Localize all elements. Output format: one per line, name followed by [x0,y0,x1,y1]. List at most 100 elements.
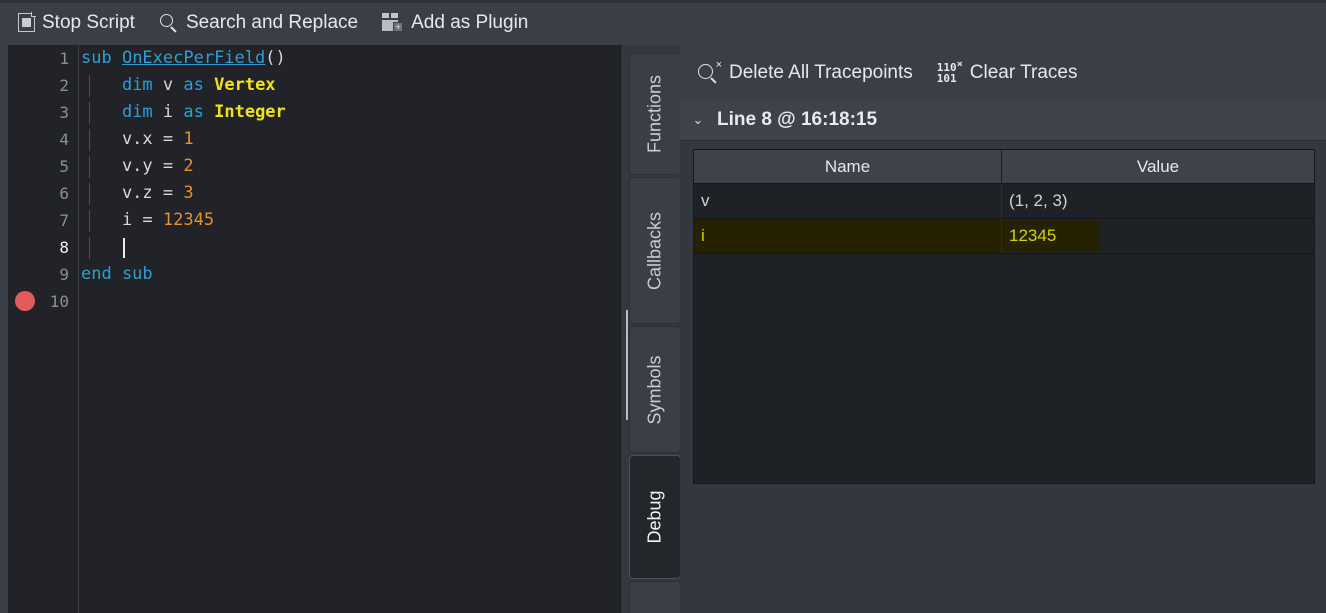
document-stop-icon [18,12,36,32]
debug-panel-toolbar: × Delete All Tracepoints 110 × 101 Clear T… [680,45,1326,101]
application-window: Stop Script Search and Replace + Add as … [0,0,1326,613]
code-token: as [183,102,204,122]
variables-table: Name Value v (1, 2, 3) i 12345 [694,150,1314,254]
editor-vertical-scrollbar[interactable] [617,45,620,613]
line-number: 7 [59,211,69,230]
code-token: i = [81,210,163,230]
editor-gutter[interactable]: 1 2 3 4 5 6 7 8 9 10 [8,45,79,613]
code-token: sub [81,48,122,68]
variables-table-container[interactable]: Name Value v (1, 2, 3) i 12345 [693,149,1315,484]
line-number: 3 [59,103,69,122]
delete-all-tracepoints-button[interactable]: × Delete All Tracepoints [686,55,925,91]
code-token: v.x = [81,129,184,149]
tab-label: Debug [644,490,665,544]
code-token: as [183,75,204,95]
column-header-name[interactable]: Name [694,150,1002,184]
clear-traces-label: Clear Traces [969,61,1078,83]
code-token: dim [121,75,153,95]
indent-guide [89,183,90,205]
line-number: 2 [59,76,69,95]
chevron-down-icon[interactable]: ⌄ [691,112,705,128]
tab-label: Functions [644,74,665,154]
variable-value-cell[interactable]: 12345 [1001,218,1314,254]
code-editor[interactable]: 1 2 3 4 5 6 7 8 9 10 sub OnExecPerField() dim v a… [0,45,621,613]
debug-panel: × Delete All Tracepoints 110 × 101 Clear T… [680,45,1326,613]
code-token: v [152,75,184,95]
code-line[interactable] [79,288,620,315]
tab-symbols[interactable]: Symbols [629,326,681,453]
line-number: 1 [59,49,69,68]
code-token: () [265,48,286,68]
tab-label: Callbacks [644,211,665,290]
tab-help[interactable]: Help [629,581,681,613]
tab-callbacks[interactable]: Callbacks [629,177,681,324]
indent-guide [89,237,90,259]
variable-value-cell[interactable]: (1, 2, 3) [1001,183,1314,219]
table-header-row: Name Value [694,150,1314,184]
add-as-plugin-button[interactable]: + Add as Plugin [370,5,540,41]
line-number: 4 [59,130,69,149]
editor-left-stripe [0,45,8,613]
code-line[interactable]: v.x = 1 [79,126,620,153]
trace-group-header[interactable]: ⌄ Line 8 @ 16:18:15 [680,100,1326,141]
stop-script-button[interactable]: Stop Script [6,5,147,41]
text-cursor [123,238,125,258]
search-and-replace-button[interactable]: Search and Replace [147,5,370,41]
search-and-replace-label: Search and Replace [185,11,359,33]
variable-name-cell[interactable]: i [694,218,1002,254]
code-token: v.z = [81,183,184,203]
code-token: OnExecPerField [121,48,266,68]
indent-guide [89,210,90,232]
delete-all-tracepoints-label: Delete All Tracepoints [729,61,913,83]
table-row[interactable]: v (1, 2, 3) [694,183,1314,219]
code-line[interactable]: dim i as Integer [79,99,620,126]
tab-functions[interactable]: Functions [629,53,681,175]
toolbar-top-edge [0,0,1326,3]
code-line[interactable]: i = 12345 [79,207,620,234]
code-token: 12345 [162,210,215,230]
tab-debug[interactable]: Debug [629,455,681,579]
indent-guide [89,129,90,151]
indent-guide [89,102,90,124]
panel-splitter-handle[interactable] [626,310,628,420]
breakpoint-marker[interactable] [15,291,35,311]
variable-name-cell[interactable]: v [694,183,1002,219]
code-token: 2 [183,156,194,176]
search-delete-icon: × [698,60,722,84]
code-line[interactable]: dim v as Vertex [79,72,620,99]
code-token: dim [121,102,153,122]
add-as-plugin-label: Add as Plugin [411,11,529,33]
code-token: i [152,102,184,122]
table-row[interactable]: i 12345 [694,218,1314,254]
code-text-area[interactable]: sub OnExecPerField() dim v as Vertex dim… [79,45,620,613]
code-token: v.y = [81,156,184,176]
code-token: end sub [81,264,153,284]
indent-guide [89,75,90,97]
code-token: 3 [183,183,194,203]
line-number: 5 [59,157,69,176]
code-line[interactable]: sub OnExecPerField() [79,45,620,72]
plugin-add-icon: + [382,13,404,32]
line-number: 9 [59,265,69,284]
panel-tab-strip: Functions Callbacks Symbols Debug Help [621,45,681,613]
clear-traces-button[interactable]: 110 × 101 Clear Traces [925,55,1090,91]
value-highlight: 12345 [1002,220,1100,252]
code-line[interactable]: end sub [79,261,620,288]
code-line[interactable]: v.z = 3 [79,180,620,207]
stop-script-label: Stop Script [42,11,135,33]
variables-table-body: v (1, 2, 3) i 12345 [694,183,1314,254]
line-number: 8 [59,238,69,257]
code-line[interactable]: v.y = 2 [79,153,620,180]
tab-label: Symbols [644,354,665,425]
code-line[interactable] [79,234,620,261]
search-icon [159,13,179,33]
binary-clear-icon: 110 × 101 [936,58,963,85]
indent-guide [89,156,90,178]
code-token: Vertex [214,75,276,95]
column-header-value[interactable]: Value [1001,150,1314,184]
